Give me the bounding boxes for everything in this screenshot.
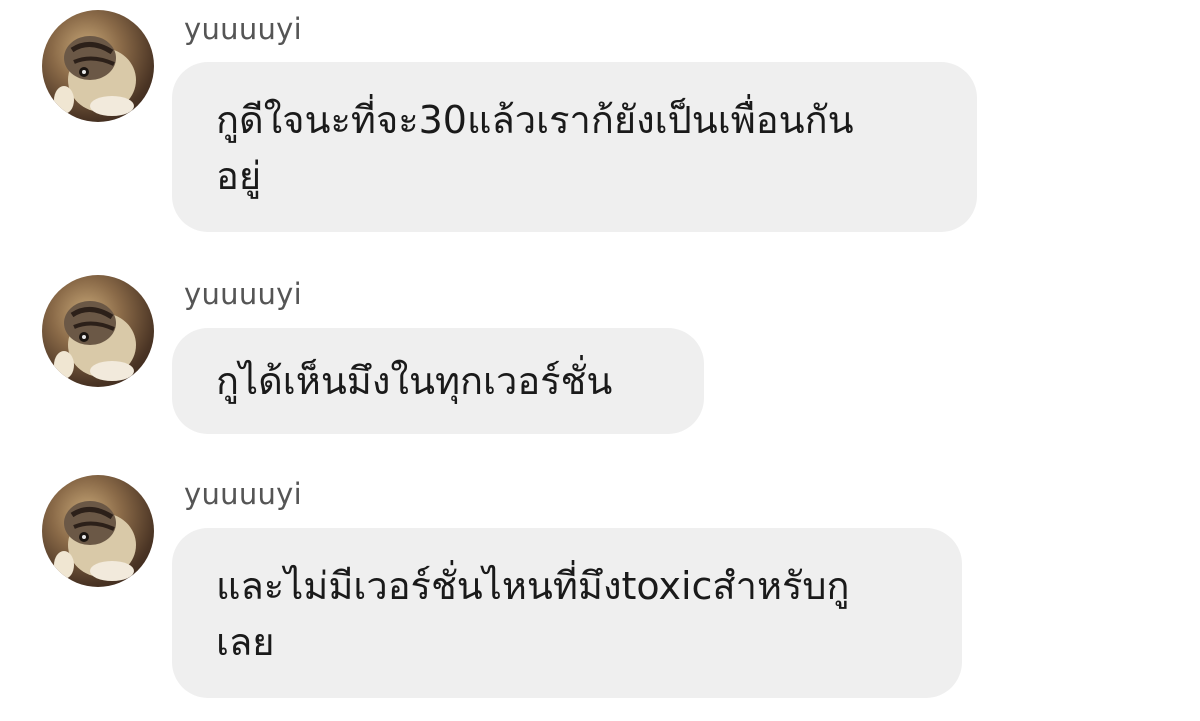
chat-message: yuuuuyi และไม่มีเวอร์ชั่นไหนที่มึงtoxicส… [0,0,1200,721]
message-text-line: และไม่มีเวอร์ชั่นไหนที่มึงtoxicสำหรับกู [216,564,850,608]
username: yuuuuyi [184,477,303,511]
avatar[interactable] [42,475,154,587]
message-text-line: เลย [216,620,275,664]
cat-avatar-icon [54,501,136,581]
message-bubble[interactable]: และไม่มีเวอร์ชั่นไหนที่มึงtoxicสำหรับกู … [172,528,962,698]
